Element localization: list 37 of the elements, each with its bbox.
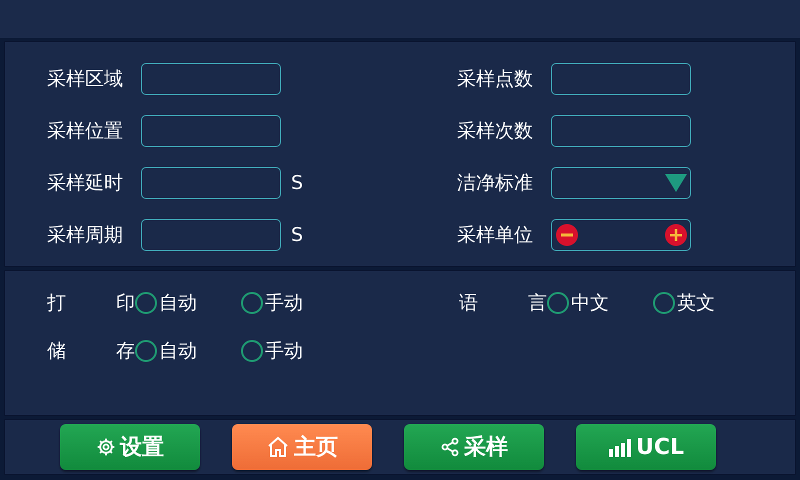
dropdown-field[interactable]	[551, 167, 691, 199]
bar-chart-icon	[608, 436, 632, 458]
option-label: 打 印	[47, 291, 135, 316]
radio-option[interactable]: 自动	[135, 290, 241, 316]
input-field[interactable]	[141, 115, 281, 147]
radio-option[interactable]: 自动	[135, 338, 241, 364]
option-label: 语 言	[459, 291, 547, 316]
input-field[interactable]	[141, 219, 281, 251]
option-label: 储 存	[47, 339, 135, 364]
field-label: 洁净标准	[457, 171, 534, 196]
input-field[interactable]	[141, 63, 281, 95]
field-label: 采样点数	[457, 67, 534, 92]
nav-button[interactable]: 采样	[404, 424, 544, 470]
field-label: 采样区域	[47, 67, 124, 92]
dropdown-arrow-icon	[665, 174, 687, 192]
radio-option[interactable]: 手动	[241, 290, 347, 316]
gear-icon	[96, 437, 116, 457]
input-field[interactable]	[141, 167, 281, 199]
home-icon	[266, 435, 290, 459]
radio-option[interactable]: 手动	[241, 338, 347, 364]
minus-icon[interactable]	[556, 224, 578, 246]
field-label: 采样周期	[47, 223, 124, 248]
nav-button[interactable]: 设置	[60, 424, 200, 470]
field-label: 采样位置	[47, 119, 124, 144]
share-icon	[440, 437, 460, 457]
plus-icon[interactable]	[665, 224, 687, 246]
stepper-field[interactable]	[551, 219, 691, 251]
field-label: 采样单位	[457, 223, 534, 248]
unit-label: S	[291, 172, 304, 194]
unit-label: S	[291, 224, 304, 246]
input-field[interactable]	[551, 63, 691, 95]
radio-option[interactable]: 英文	[653, 290, 759, 316]
field-label: 采样延时	[47, 171, 124, 196]
nav-button[interactable]: UCL	[576, 424, 716, 470]
field-label: 采样次数	[457, 119, 534, 144]
radio-option[interactable]: 中文	[547, 290, 653, 316]
input-field[interactable]	[551, 115, 691, 147]
